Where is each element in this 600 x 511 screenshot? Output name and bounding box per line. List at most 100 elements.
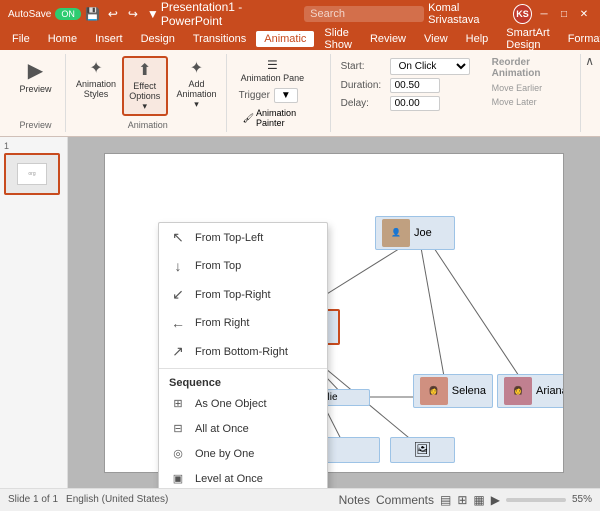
menu-design[interactable]: Design xyxy=(133,31,183,47)
undo-icon[interactable]: ↩ xyxy=(105,6,121,22)
org-node-selena[interactable]: 👩 Selena xyxy=(413,374,493,408)
dropdown-item-top[interactable]: ↓ From Top xyxy=(159,252,327,280)
avatar-joe: 👤 xyxy=(382,219,410,247)
dropdown-item-top-right[interactable]: ↙ From Top-Right xyxy=(159,280,327,309)
menu-transitions[interactable]: Transitions xyxy=(185,31,254,47)
trigger-button[interactable]: ▼ xyxy=(274,88,298,103)
box2-icon: 🖼 xyxy=(414,441,432,458)
level-at-once-label: Level at Once xyxy=(195,473,263,485)
add-animation-icon: ✦ xyxy=(190,58,203,78)
right-label: From Right xyxy=(195,317,249,329)
timing-start-row: Start: On Click With Previous After Prev… xyxy=(341,58,470,75)
org-node-ariana[interactable]: 👩 Ariana xyxy=(497,374,564,408)
avatar-selena: 👩 xyxy=(420,377,448,405)
animation-styles-button[interactable]: ✦ AnimationStyles xyxy=(74,56,118,101)
dropdown-separator xyxy=(159,368,327,369)
animation-pane-button[interactable]: ☰ Animation Pane xyxy=(239,56,307,85)
notes-button[interactable]: Notes xyxy=(339,493,370,507)
one-by-one-label: One by One xyxy=(195,448,254,460)
menu-file[interactable]: File xyxy=(4,31,38,47)
slide-info: Slide 1 of 1 xyxy=(8,494,58,505)
zoom-level: 55% xyxy=(572,494,592,505)
label-ariana: Ariana xyxy=(536,385,564,397)
timing-section: Start: On Click With Previous After Prev… xyxy=(335,54,476,132)
minimize-btn[interactable]: ─ xyxy=(536,6,552,22)
top-left-label: From Top-Left xyxy=(195,232,263,244)
one-object-label: As One Object xyxy=(195,398,267,410)
menu-home[interactable]: Home xyxy=(40,31,85,47)
label-selena: Selena xyxy=(452,385,486,397)
top-label: From Top xyxy=(195,260,241,272)
normal-view-icon[interactable]: ▤ xyxy=(440,493,451,507)
right-icon: ← xyxy=(169,315,187,331)
main-area: 1 org xyxy=(0,137,600,488)
avatar: KS xyxy=(513,4,532,24)
restore-btn[interactable]: □ xyxy=(556,6,572,22)
org-node-box2[interactable]: 🖼 xyxy=(390,437,455,463)
ribbon-content: ▶ Preview Preview ✦ AnimationStyles ⬆ Ef… xyxy=(0,50,600,136)
canvas-area: 👤 Joe 👩 Jennifer Julie 👩 Selena 👩 Ariana xyxy=(68,137,600,488)
animation-painter-button[interactable]: 🖌 Animation Painter xyxy=(239,106,322,130)
menu-smartart-design[interactable]: SmartArt Design xyxy=(498,25,557,53)
dropdown-item-top-left[interactable]: ↖ From Top-Left xyxy=(159,223,327,252)
dropdown-item-one-object[interactable]: ⊞ As One Object xyxy=(159,391,327,416)
delay-input[interactable] xyxy=(390,96,440,111)
slide-thumbnail[interactable]: org xyxy=(4,153,60,195)
title-bar: AutoSave ON 💾 ↩ ↪ ▼ Presentation1 - Powe… xyxy=(0,0,600,28)
effect-options-button[interactable]: ⬆ EffectOptions ▾ xyxy=(122,56,168,116)
slide-number: 1 xyxy=(4,141,63,151)
avatar-ariana: 👩 xyxy=(504,377,532,405)
preview-button[interactable]: ▶ Preview xyxy=(15,56,55,96)
top-left-icon: ↖ xyxy=(169,229,187,246)
painter-icon: 🖌 xyxy=(243,113,254,124)
animation-pane-icon: ☰ xyxy=(267,58,278,72)
menu-review[interactable]: Review xyxy=(362,31,414,47)
preview-group-label: Preview xyxy=(19,120,51,130)
menu-slideshow[interactable]: Slide Show xyxy=(316,25,360,53)
ribbon-group-pane: ☰ Animation Pane Trigger ▼ 🖌 Animation P… xyxy=(231,54,331,132)
dropdown-item-right[interactable]: ← From Right xyxy=(159,309,327,337)
zoom-slider[interactable] xyxy=(506,498,566,502)
duration-input[interactable] xyxy=(390,78,440,93)
all-at-once-icon: ⊟ xyxy=(169,422,187,435)
autosave-label: AutoSave xyxy=(8,9,51,20)
dropdown-item-bottom-right[interactable]: ↗ From Bottom-Right xyxy=(159,337,327,366)
delay-label: Delay: xyxy=(341,98,386,109)
title-bar-left: AutoSave ON 💾 ↩ ↪ ▼ xyxy=(8,6,161,22)
menu-format[interactable]: Format xyxy=(560,31,600,47)
dropdown-item-all-at-once[interactable]: ⊟ All at Once xyxy=(159,416,327,441)
effect-options-dropdown: ↖ From Top-Left ↓ From Top ↙ From Top-Ri… xyxy=(158,222,328,488)
menu-help[interactable]: Help xyxy=(458,31,497,47)
slideshow-icon[interactable]: ▶ xyxy=(491,493,500,507)
status-right: Notes Comments ▤ ⊞ ▦ ▶ 55% xyxy=(339,493,592,507)
slide-sorter-icon[interactable]: ⊞ xyxy=(457,493,467,507)
add-animation-button[interactable]: ✦ AddAnimation ▾ xyxy=(172,56,222,112)
ribbon-group-preview: ▶ Preview Preview xyxy=(6,54,66,132)
autosave-toggle[interactable]: ON xyxy=(55,8,81,20)
comments-button[interactable]: Comments xyxy=(376,493,434,507)
search-input[interactable] xyxy=(304,6,424,22)
one-by-one-icon: ◎ xyxy=(169,447,187,460)
start-select[interactable]: On Click With Previous After Previous xyxy=(390,58,470,75)
redo-icon[interactable]: ↪ xyxy=(125,6,141,22)
close-btn[interactable]: ✕ xyxy=(576,6,592,22)
start-label: Start: xyxy=(341,61,386,72)
collapse-icon[interactable]: ∧ xyxy=(585,54,594,68)
dropdown-item-one-by-one[interactable]: ◎ One by One xyxy=(159,441,327,466)
dropdown-item-level-at-once[interactable]: ▣ Level at Once xyxy=(159,466,327,488)
reorder-buttons: Reorder Animation Move Earlier Move Late… xyxy=(488,56,573,108)
customize-icon[interactable]: ▼ xyxy=(145,6,161,22)
menu-insert[interactable]: Insert xyxy=(87,31,131,47)
menu-view[interactable]: View xyxy=(416,31,456,47)
reading-view-icon[interactable]: ▦ xyxy=(473,493,484,507)
org-node-joe[interactable]: 👤 Joe xyxy=(375,216,455,250)
status-bar: Slide 1 of 1 English (United States) Not… xyxy=(0,488,600,510)
sequence-section-label: Sequence xyxy=(159,371,327,391)
bottom-right-label: From Bottom-Right xyxy=(195,346,288,358)
save-icon[interactable]: 💾 xyxy=(85,6,101,22)
ribbon: ▶ Preview Preview ✦ AnimationStyles ⬆ Ef… xyxy=(0,50,600,137)
menu-animatic[interactable]: Animatic xyxy=(256,31,314,47)
slide-panel: 1 org xyxy=(0,137,68,488)
ribbon-collapse[interactable]: ∧ xyxy=(585,54,594,132)
menu-bar: File Home Insert Design Transitions Anim… xyxy=(0,28,600,50)
